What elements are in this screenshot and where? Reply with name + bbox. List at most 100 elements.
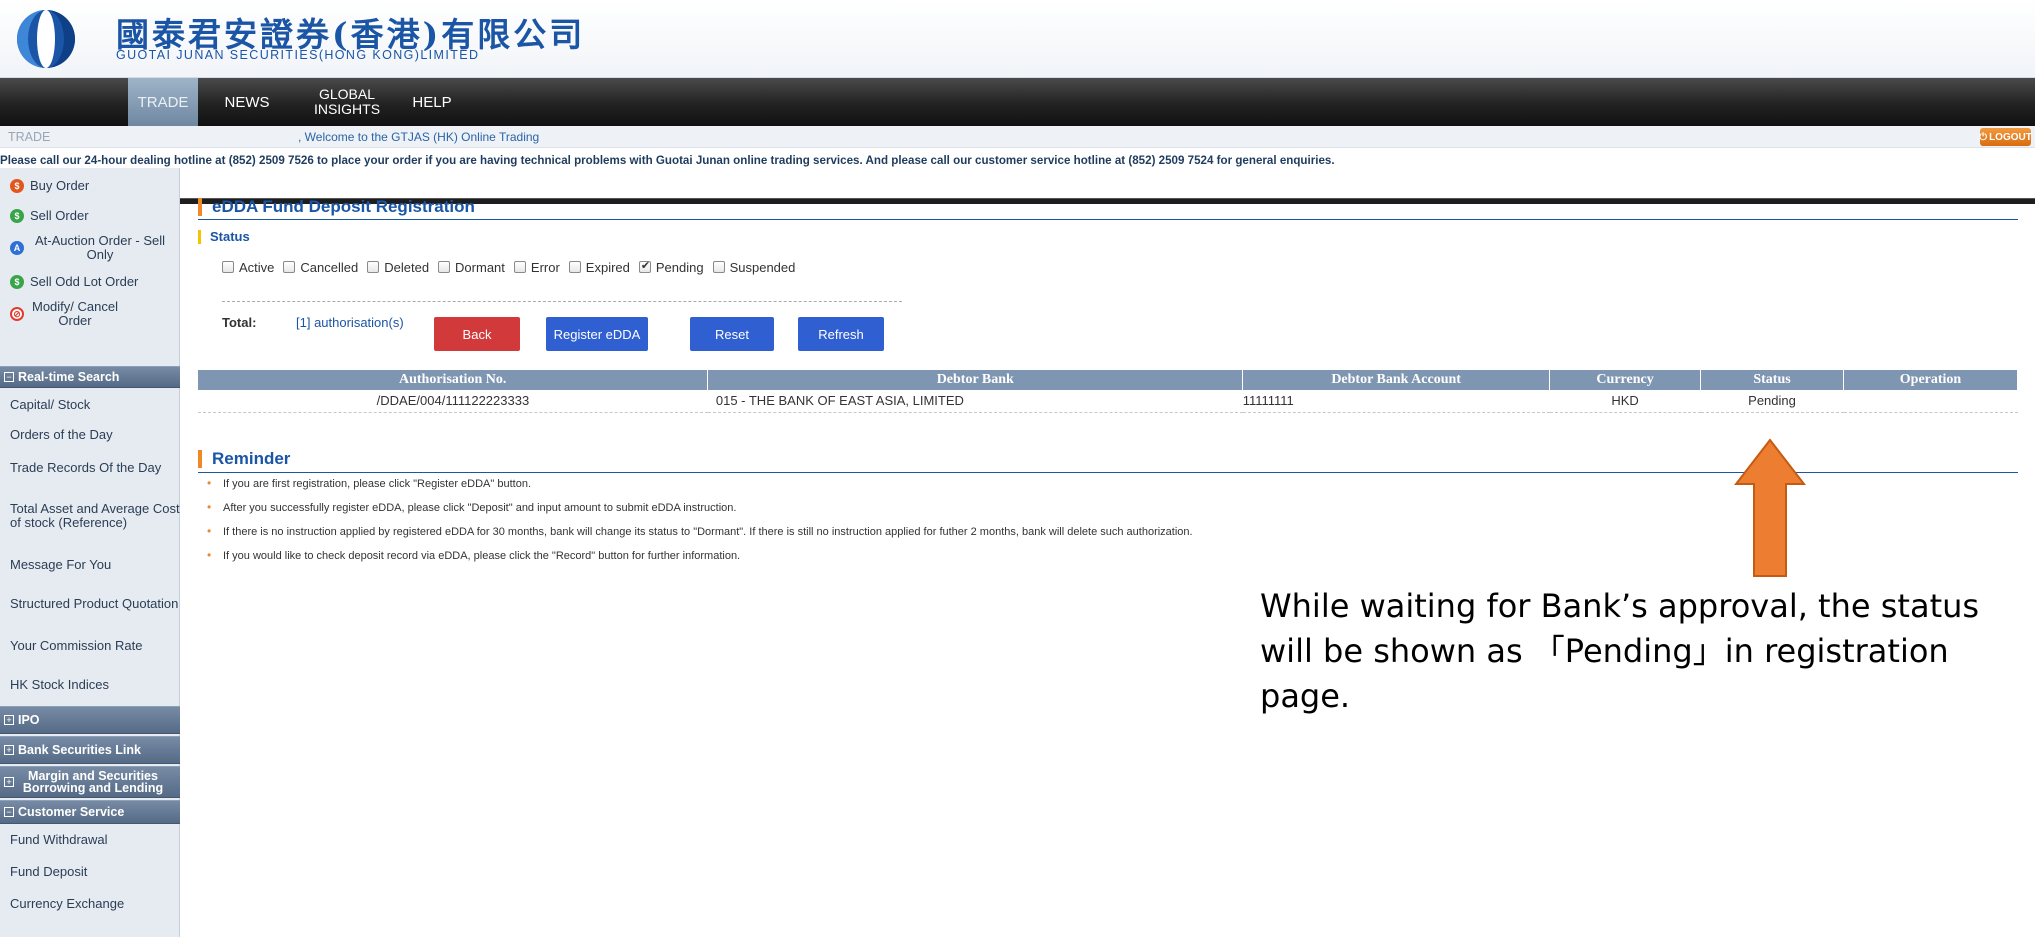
back-button[interactable]: Back: [434, 317, 520, 351]
cell-debtor-bank-account: 11111111: [1242, 390, 1550, 413]
table-row: /DDAE/004/111122223333 015 - THE BANK OF…: [198, 390, 2018, 413]
column-header-operation: Operation: [1843, 370, 2018, 390]
sidebar-item-sell-order[interactable]: $ Sell Order: [0, 208, 180, 224]
sidebar-item-capital-stock[interactable]: Capital/ Stock: [0, 392, 180, 418]
sidebar-item-hk-stock-indices[interactable]: HK Stock Indices: [0, 672, 180, 698]
app-root: 國泰君安證券(香港)有限公司 GUOTAI JUNAN SECURITIES(H…: [0, 0, 2035, 937]
divider: [222, 301, 902, 302]
sidebar: $ Buy Order $ Sell Order A At-Auction Or…: [0, 168, 180, 937]
power-icon: ⏻: [1979, 131, 1988, 143]
table-header-row: Authorisation No. Debtor Bank Debtor Ban…: [198, 370, 2018, 390]
register-edda-button[interactable]: Register eDDA: [546, 317, 648, 351]
column-header-debtor-bank-account: Debtor Bank Account: [1242, 370, 1551, 390]
auction-icon: A: [10, 241, 24, 255]
sidebar-item-fund-deposit[interactable]: Fund Deposit: [0, 858, 180, 886]
reminder-title: Reminder: [198, 450, 290, 468]
total-value: [1] authorisation(s): [296, 315, 404, 330]
company-logo-icon: [17, 10, 75, 68]
collapse-icon: −: [4, 372, 14, 382]
column-header-debtor-bank: Debtor Bank: [707, 370, 1244, 390]
reminder-list: If you are first registration, please cl…: [198, 477, 1193, 574]
authorisation-table: Authorisation No. Debtor Bank Debtor Ban…: [198, 370, 2018, 413]
sub-bar: TRADE , Welcome to the GTJAS (HK) Online…: [0, 126, 2035, 148]
header: 國泰君安證券(香港)有限公司 GUOTAI JUNAN SECURITIES(H…: [0, 0, 2035, 78]
sidebar-section-realtime-search[interactable]: − Real-time Search: [0, 366, 180, 388]
filter-suspended[interactable]: Suspended: [712, 260, 795, 275]
company-name-english: GUOTAI JUNAN SECURITIES(HONG KONG)LIMITE…: [116, 48, 480, 62]
title-rule: [198, 219, 2018, 220]
no-entry-icon: ⊘: [10, 307, 24, 321]
sidebar-item-commission-rate[interactable]: Your Commission Rate: [0, 630, 180, 662]
annotation-text: While waiting for Bank’s approval, the s…: [1260, 587, 1980, 715]
sidebar-item-label: At-Auction Order - Sell Only: [34, 233, 166, 262]
page-title: eDDA Fund Deposit Registration: [198, 198, 475, 216]
filter-dormant[interactable]: Dormant: [438, 260, 505, 275]
total-label: Total:: [222, 315, 257, 330]
reminder-item: After you successfully register eDDA, pl…: [198, 501, 1193, 526]
checkbox-expired[interactable]: [568, 261, 581, 273]
sidebar-item-structured-product[interactable]: Structured Product Quotation: [0, 588, 180, 620]
expand-icon: +: [4, 777, 14, 787]
filter-pending[interactable]: Pending: [638, 259, 704, 275]
checkbox-cancelled[interactable]: [283, 261, 296, 273]
filter-expired[interactable]: Expired: [568, 260, 630, 275]
sidebar-item-label: Buy Order: [30, 178, 90, 193]
breadcrumb: TRADE: [8, 130, 51, 144]
column-header-currency: Currency: [1549, 370, 1702, 390]
expand-icon: +: [4, 715, 14, 725]
cell-authorisation-no: /DDAE/004/111122223333: [198, 390, 708, 413]
filter-active[interactable]: Active: [222, 260, 274, 275]
filter-cancelled[interactable]: Cancelled: [283, 260, 358, 275]
cell-status: Pending: [1700, 390, 1844, 413]
checkbox-deleted[interactable]: [367, 261, 380, 273]
cell-currency: HKD: [1549, 390, 1701, 413]
sidebar-item-label: Sell Order: [30, 208, 89, 223]
reminder-item: If there is no instruction applied by re…: [198, 525, 1193, 550]
nav-help[interactable]: HELP: [404, 78, 460, 126]
logout-label: LOGOUT: [1989, 131, 2032, 143]
column-header-status: Status: [1700, 370, 1844, 390]
checkbox-active[interactable]: [222, 261, 234, 273]
nav-news[interactable]: NEWS: [212, 78, 282, 126]
sidebar-item-modify-cancel[interactable]: ⊘ Modify/ Cancel Order: [0, 298, 180, 330]
sidebar-item-label: Sell Odd Lot Order: [30, 274, 139, 289]
welcome-text: , Welcome to the GTJAS (HK) Online Tradi…: [298, 130, 540, 144]
sidebar-item-message[interactable]: Message For You: [0, 552, 180, 578]
hotline-notice: Please call our 24-hour dealing hotline …: [0, 154, 1335, 167]
nav-trade[interactable]: TRADE: [128, 78, 198, 126]
sidebar-item-sell-odd-lot[interactable]: $ Sell Odd Lot Order: [0, 274, 180, 290]
sidebar-section-bank-securities-link[interactable]: + Bank Securities Link: [0, 736, 180, 764]
sidebar-item-orders-of-day[interactable]: Orders of the Day: [0, 422, 180, 448]
sidebar-item-buy-order[interactable]: $ Buy Order: [0, 178, 180, 194]
sidebar-item-at-auction-order[interactable]: A At-Auction Order - Sell Only: [0, 232, 180, 264]
sidebar-item-fund-withdrawal[interactable]: Fund Withdrawal: [0, 826, 180, 854]
refresh-button[interactable]: Refresh: [798, 317, 884, 351]
odd-lot-icon: $: [10, 275, 24, 289]
sidebar-section-ipo[interactable]: + IPO: [0, 706, 180, 734]
cell-operation: [1843, 390, 2018, 413]
checkbox-pending[interactable]: [638, 259, 651, 273]
sidebar-item-currency-exchange[interactable]: Currency Exchange: [0, 890, 180, 918]
sidebar-item-total-asset[interactable]: Total Asset and Average Cost of stock (R…: [0, 492, 180, 540]
sidebar-section-customer-service[interactable]: − Customer Service: [0, 800, 180, 824]
sell-icon: $: [10, 209, 24, 223]
collapse-icon: −: [4, 807, 14, 817]
up-arrow-icon: [1734, 438, 1806, 577]
sidebar-item-trade-records[interactable]: Trade Records Of the Day: [0, 452, 180, 484]
filter-error[interactable]: Error: [513, 260, 560, 275]
logout-button[interactable]: ⏻ LOGOUT: [1979, 128, 2032, 146]
status-label: Status: [198, 230, 250, 244]
reminder-item: If you are first registration, please cl…: [198, 477, 1193, 502]
buy-icon: $: [10, 179, 24, 193]
sidebar-item-label: Modify/ Cancel Order: [32, 299, 118, 328]
reminder-item: If you would like to check deposit recor…: [198, 549, 1193, 574]
filter-deleted[interactable]: Deleted: [367, 260, 429, 275]
checkbox-error[interactable]: [513, 261, 526, 273]
cell-debtor-bank: 015 - THE BANK OF EAST ASIA, LIMITED: [707, 390, 1243, 413]
checkbox-suspended[interactable]: [712, 261, 725, 273]
expand-icon: +: [4, 745, 14, 755]
nav-global-insights[interactable]: GLOBAL INSIGHTS: [304, 78, 390, 126]
checkbox-dormant[interactable]: [438, 261, 451, 273]
sidebar-section-margin[interactable]: + Margin and Securities Borrowing and Le…: [0, 766, 180, 798]
reset-button[interactable]: Reset: [690, 317, 774, 351]
